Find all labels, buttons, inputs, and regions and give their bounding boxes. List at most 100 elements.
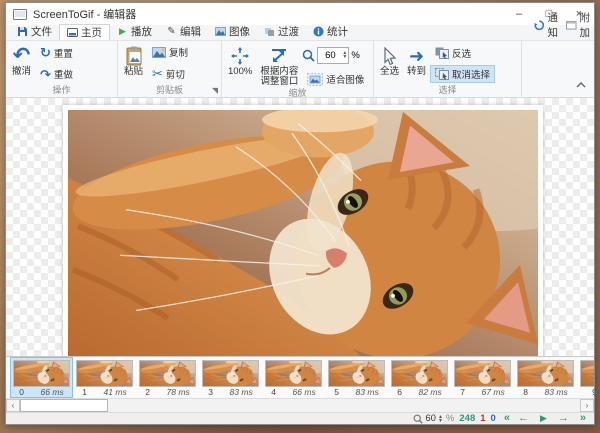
scrollbar-track[interactable] bbox=[108, 399, 580, 412]
frame-item[interactable]: 1 41 ms bbox=[73, 357, 136, 398]
frame-duration: 83 ms bbox=[356, 387, 379, 397]
frame-number: 7 bbox=[460, 387, 465, 397]
attach-button[interactable]: 附加 bbox=[566, 10, 590, 40]
statusbar-spinner-icon[interactable]: ▲▼ bbox=[438, 415, 444, 423]
frame-thumbnail bbox=[580, 360, 594, 387]
notifications-button[interactable]: 通知 bbox=[534, 10, 558, 40]
selected-count: 1 bbox=[480, 413, 485, 424]
redo-icon: ↷ bbox=[40, 68, 51, 81]
zoom-100-button[interactable]: 100% bbox=[224, 42, 256, 88]
group-selection: 全选 ➜ 转到 反选 bbox=[374, 41, 522, 97]
frame-item[interactable]: 4 66 ms bbox=[262, 357, 325, 398]
paste-button[interactable]: 粘贴 bbox=[120, 42, 147, 85]
cat-photo bbox=[68, 110, 538, 356]
statusbar-magnifier-icon bbox=[413, 414, 423, 424]
resize-diagonal-icon bbox=[270, 45, 288, 67]
tab-playback[interactable]: ▶ 播放 bbox=[110, 24, 159, 40]
frame-duration: 66 ms bbox=[293, 387, 316, 397]
go-to-button[interactable]: ➜ 转到 bbox=[403, 42, 430, 85]
ribbon: ↶ 撤消 ↻ 重置 ↷ 重做 操作 bbox=[6, 41, 594, 98]
window-icon bbox=[566, 20, 577, 31]
current-frame-image bbox=[63, 105, 543, 356]
redo-button[interactable]: ↷ 重做 bbox=[35, 65, 78, 83]
frame-thumbnail bbox=[139, 360, 196, 387]
collapse-ribbon-chevron-icon[interactable] bbox=[576, 80, 586, 91]
frame-thumbnail bbox=[13, 360, 70, 387]
app-icon bbox=[13, 9, 27, 20]
minimize-button[interactable]: – bbox=[504, 3, 534, 25]
pencil-icon: ✎ bbox=[166, 26, 177, 37]
tab-file[interactable]: 文件 bbox=[10, 24, 59, 40]
fit-image-button[interactable]: 适合图像 bbox=[302, 70, 369, 88]
tab-home[interactable]: 主页 bbox=[59, 24, 110, 40]
frame-duration: 67 ms bbox=[482, 387, 505, 397]
home-icon bbox=[67, 27, 78, 38]
zoom-value-input[interactable]: 60 ▲▼ bbox=[317, 47, 349, 64]
cut-button[interactable]: ✂ 剪切 bbox=[147, 64, 193, 84]
frame-number: 5 bbox=[334, 387, 339, 397]
transition-icon bbox=[264, 26, 275, 37]
scroll-left-button[interactable]: ‹ bbox=[6, 399, 20, 412]
paste-icon bbox=[125, 45, 143, 67]
tab-image[interactable]: 图像 bbox=[208, 24, 257, 40]
frame-thumbnail bbox=[391, 360, 448, 387]
clipboard-dialog-launcher-icon[interactable]: ◥ bbox=[212, 85, 218, 96]
scroll-right-button[interactable]: › bbox=[580, 399, 594, 412]
status-bar: 60 ▲▼ % 248 1 0 « ← ▶ → » bbox=[6, 412, 594, 424]
current-index: 0 bbox=[491, 413, 496, 424]
previous-frame-button[interactable]: ← bbox=[515, 413, 532, 424]
select-all-button[interactable]: 全选 bbox=[376, 42, 403, 85]
screentogif-editor-window: ScreenToGif - 编辑器 – □ × 文件 主页 ▶ 播放 bbox=[5, 2, 595, 425]
titlebar[interactable]: ScreenToGif - 编辑器 – □ × bbox=[6, 3, 594, 25]
next-frame-button[interactable]: → bbox=[555, 413, 572, 424]
fit-window-button[interactable]: 根据内容 调整窗口 bbox=[256, 42, 302, 88]
ribbon-tab-bar: 文件 主页 ▶ 播放 ✎ 编辑 图像 bbox=[6, 25, 594, 41]
scrollbar-thumb[interactable] bbox=[20, 399, 108, 412]
frame-thumbnail bbox=[76, 360, 133, 387]
frame-number: 6 bbox=[397, 387, 402, 397]
frame-item[interactable]: 3 83 ms bbox=[199, 357, 262, 398]
frame-item[interactable]: 7 67 ms bbox=[451, 357, 514, 398]
frame-item[interactable]: 5 83 ms bbox=[325, 357, 388, 398]
first-frame-button[interactable]: « bbox=[501, 413, 510, 424]
expand-arrows-icon bbox=[231, 45, 249, 67]
copy-button[interactable]: 复制 bbox=[147, 43, 193, 61]
cursor-icon bbox=[383, 45, 397, 67]
statusbar-zoom-value[interactable]: 60 bbox=[425, 413, 436, 424]
frame-item[interactable]: 2 78 ms bbox=[136, 357, 199, 398]
group-operations: ↶ 撤消 ↻ 重置 ↷ 重做 操作 bbox=[6, 41, 118, 97]
frame-duration: 78 ms bbox=[167, 387, 190, 397]
undo-icon: ↶ bbox=[13, 45, 31, 67]
frame-filmstrip: 0 66 ms 1 41 ms 2 bbox=[6, 356, 594, 398]
save-icon bbox=[17, 26, 28, 37]
frame-duration: 83 ms bbox=[230, 387, 253, 397]
frame-item[interactable]: 6 82 ms bbox=[388, 357, 451, 398]
info-icon bbox=[313, 26, 324, 37]
tab-statistics[interactable]: 统计 bbox=[306, 24, 355, 40]
frame-duration: 82 ms bbox=[419, 387, 442, 397]
frame-duration: 83 ms bbox=[545, 387, 568, 397]
group-label-clipboard: 剪贴板 ◥ bbox=[120, 85, 219, 97]
frame-thumbnail bbox=[265, 360, 322, 387]
frame-thumbnail bbox=[202, 360, 259, 387]
frame-thumbnail bbox=[454, 360, 511, 387]
undo-button[interactable]: ↶ 撤消 bbox=[8, 42, 35, 85]
frame-duration: 41 ms bbox=[104, 387, 127, 397]
last-frame-button[interactable]: » bbox=[577, 413, 586, 424]
tab-transitions[interactable]: 过渡 bbox=[257, 24, 306, 40]
play-button[interactable]: ▶ bbox=[537, 413, 550, 424]
reset-button[interactable]: ↻ 重置 bbox=[35, 44, 78, 62]
frame-item[interactable]: 8 83 ms bbox=[514, 357, 577, 398]
editor-canvas[interactable] bbox=[6, 98, 594, 356]
total-frame-count: 248 bbox=[459, 413, 475, 424]
deselect-button[interactable]: 取消选择 bbox=[430, 65, 495, 83]
go-to-arrow-icon: ➜ bbox=[409, 45, 424, 67]
frame-item[interactable]: 0 66 ms bbox=[10, 357, 73, 398]
deselect-icon bbox=[435, 68, 449, 80]
invert-selection-button[interactable]: 反选 bbox=[430, 44, 495, 62]
spinner-arrows-icon[interactable]: ▲▼ bbox=[342, 51, 348, 59]
frame-number: 2 bbox=[145, 387, 150, 397]
tab-edit[interactable]: ✎ 编辑 bbox=[159, 24, 208, 40]
frame-item[interactable]: 9 bbox=[577, 357, 594, 398]
frame-thumbnail bbox=[517, 360, 574, 387]
